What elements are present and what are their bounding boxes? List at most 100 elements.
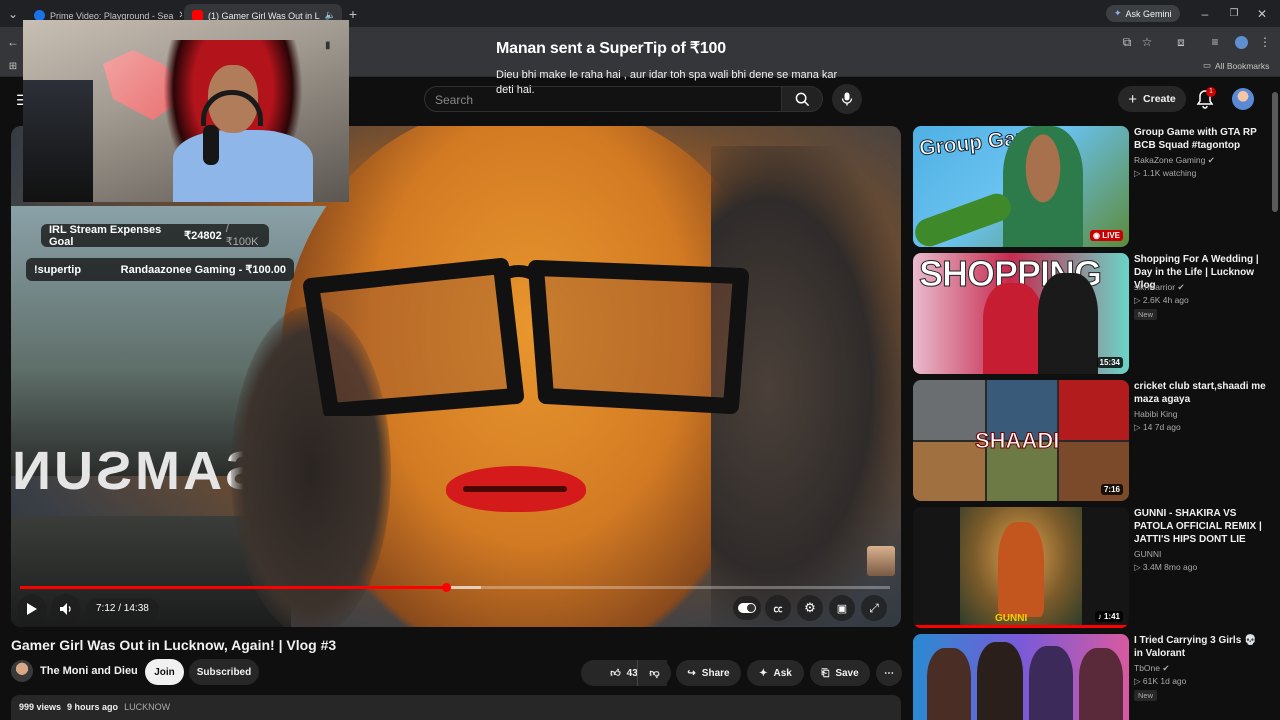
channel-avatar[interactable] — [11, 660, 33, 682]
monitor-shape — [23, 80, 93, 202]
new-badge: New — [1134, 309, 1158, 320]
recommendation-thumbnail[interactable] — [913, 634, 1129, 720]
thumbnail-person — [1038, 273, 1098, 374]
more-actions-button[interactable]: ⋯ — [876, 660, 902, 686]
page-scrollbar[interactable] — [1272, 92, 1278, 212]
location-tag[interactable]: LUCKNOW — [124, 702, 170, 712]
thumbnail-bazooka — [913, 189, 1015, 247]
ask-label: Ask — [773, 667, 792, 679]
thumbnail-person — [1029, 646, 1073, 720]
more-icon: ⋯ — [884, 667, 894, 679]
share-label: Share — [701, 667, 730, 679]
streamer-webcam-overlay: ▮ — [23, 20, 349, 202]
save-icon: ⎗ — [821, 667, 830, 679]
goal-label: IRL Stream Expenses Goal — [49, 223, 162, 248]
notifications-button[interactable]: 1 — [1196, 87, 1218, 111]
thumbnail-person — [1079, 648, 1123, 720]
recommendation-thumbnail[interactable]: Group Games ◉ LIVE — [913, 126, 1129, 247]
duration-badge: 15:34 — [1096, 357, 1123, 368]
live-badge: ◉ LIVE — [1090, 230, 1123, 241]
new-badge: New — [1134, 690, 1158, 701]
bookmark-star-icon[interactable]: ☆ — [1138, 33, 1156, 51]
create-button[interactable]: + Create — [1118, 86, 1186, 112]
save-button[interactable]: ⎗ Save — [810, 660, 870, 686]
all-bookmarks-button[interactable]: ▭ All Bookmarks — [1203, 60, 1269, 71]
thumbnail-person — [1003, 126, 1083, 247]
thumbnail-text: GUNNI — [995, 613, 1028, 624]
miniplayer-button[interactable]: ▣ — [829, 595, 855, 621]
share-button[interactable]: ↪ Share — [676, 660, 741, 686]
window-close-icon[interactable]: ✕ — [1253, 5, 1271, 23]
recommendation-channel[interactable]: RakaZone Gaming ✔ — [1134, 155, 1215, 166]
share-icon: ↪ — [687, 667, 696, 679]
minimize-icon[interactable]: – — [1196, 5, 1214, 23]
folder-icon: ▭ — [1203, 60, 1212, 70]
end-screen-thumbnail[interactable] — [867, 546, 895, 576]
verified-icon: ✔ — [1162, 663, 1170, 673]
recommendation-stats: ▷ 1.1K watching — [1134, 168, 1197, 178]
volume-icon — [60, 603, 71, 615]
ask-gemini-label: Ask Gemini — [1125, 8, 1172, 19]
notification-count-badge: 1 — [1206, 87, 1216, 97]
recommendation-channel[interactable]: GUNNI — [1134, 549, 1161, 559]
recommendation-thumbnail[interactable]: SHAADI 7:16 — [913, 380, 1129, 501]
glasses-shape — [303, 258, 749, 416]
tab-title: Prime Video: Playground - Sea — [50, 10, 174, 21]
thumbnail-tile — [1059, 380, 1129, 440]
recommendation-title[interactable]: Group Game with GTA RP BCB Squad #tagont… — [1134, 126, 1266, 152]
duration-badge: 7:16 — [1100, 484, 1123, 495]
join-button[interactable]: Join — [145, 659, 184, 685]
stream-goal-widget: IRL Stream Expenses Goal ₹24802 / ₹100K — [41, 223, 269, 248]
supertip-ticker-widget: !supertip Randaazonee Gaming - ₹100.00 — [26, 258, 294, 281]
profile-avatar-icon[interactable] — [1235, 36, 1248, 49]
progress-played — [20, 586, 447, 589]
cast-icon[interactable]: ⧉ — [1118, 33, 1136, 51]
channel-name[interactable]: The Moni and Dieu — [40, 665, 138, 677]
ask-button[interactable]: ✦ Ask — [747, 660, 804, 686]
thumbs-up-icon: 👍︎ — [610, 668, 621, 679]
view-count: 999 views — [19, 702, 62, 712]
recommendation-channel[interactable]: TbOne ✔ — [1134, 663, 1170, 674]
ask-gemini-button[interactable]: ✦ Ask Gemini — [1106, 5, 1180, 22]
dislike-button[interactable]: 👎︎ — [637, 660, 671, 686]
recommendation-stats: ▷ 3.4M 8mo ago — [1134, 562, 1198, 572]
apps-grid-icon[interactable]: ⊞ — [4, 58, 22, 76]
recommendation-title[interactable]: I Tried Carrying 3 Girls 💀 in Valorant — [1134, 634, 1266, 660]
captions-icon: ㏄ — [773, 603, 783, 614]
verified-icon: ✔ — [1207, 155, 1215, 165]
back-icon[interactable]: ← — [4, 33, 22, 51]
supertip-message: Dieu bhi make le raha hai , aur idar toh… — [496, 69, 838, 96]
account-avatar[interactable] — [1232, 88, 1254, 110]
subscribed-button[interactable]: Subscribed — [189, 659, 259, 685]
fullscreen-button[interactable]: ⤢ — [861, 595, 887, 621]
recommendation-title[interactable]: GUNNI - SHAKIRA VS PATOLA OFFICIAL REMIX… — [1134, 507, 1266, 546]
thumbnail-text: SHAADI — [974, 428, 1060, 454]
time-display: 7:12 / 14:38 — [86, 598, 159, 620]
autoplay-toggle[interactable] — [733, 596, 761, 620]
volume-button[interactable] — [51, 594, 81, 624]
watched-progress — [913, 625, 1129, 628]
recommendation-thumbnail[interactable]: GUNNI ♪ 1:41 — [913, 507, 1129, 628]
lips-line — [463, 486, 567, 492]
recommendation-title[interactable]: cricket club start,shaadi me maza agaya — [1134, 380, 1266, 406]
play-button[interactable] — [17, 594, 47, 624]
maximize-icon[interactable]: ❐ — [1225, 5, 1243, 23]
recommendation-stats: ▷ 61K 1d ago — [1134, 676, 1187, 686]
extensions-icon[interactable]: ⧈ — [1172, 33, 1190, 51]
captions-button[interactable]: ㏄ — [765, 595, 791, 621]
chrome-menu-icon[interactable]: ⋮ — [1256, 33, 1274, 51]
recommendation-channel[interactable]: sikhwarrior ✔ — [1134, 282, 1185, 293]
supertip-command: !supertip — [34, 263, 82, 276]
recommendation-thumbnail[interactable]: SHOPPING 15:34 — [913, 253, 1129, 374]
tab-search-icon[interactable]: ⌄ — [4, 5, 22, 23]
progress-buffer — [446, 586, 482, 589]
media-controls-icon[interactable]: ≡ — [1206, 33, 1224, 51]
description-meta: 999 views 9 hours ago LUCKNOW — [19, 702, 170, 712]
toggle-track — [738, 603, 756, 613]
thumbnail-figure — [998, 522, 1044, 617]
verified-icon: ✔ — [1177, 282, 1185, 292]
settings-button[interactable]: ⚙ — [797, 595, 823, 621]
save-label: Save — [835, 667, 859, 679]
recommendation-channel[interactable]: Habibi King — [1134, 409, 1177, 419]
supertip-alert: Manan sent a SuperTip of ₹100 Dieu bhi m… — [496, 38, 876, 108]
